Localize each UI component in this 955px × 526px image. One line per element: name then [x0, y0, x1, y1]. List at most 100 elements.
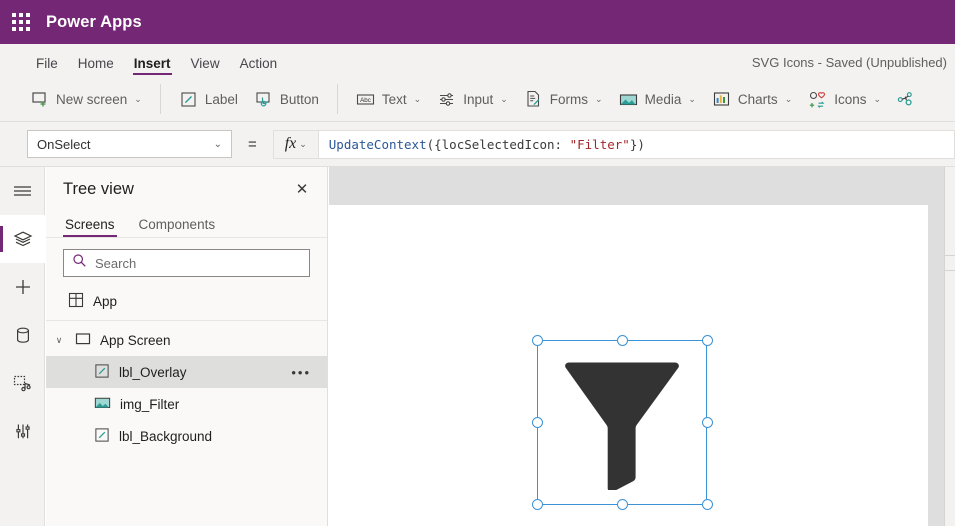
ribbon-media-menu[interactable]: Media ⌄ [611, 83, 704, 115]
label-pencil-icon [94, 363, 110, 382]
menu-tab-action[interactable]: Action [230, 56, 288, 78]
tab-components[interactable]: Components [137, 217, 218, 238]
menu-bar: File Home Insert View Action SVG Icons -… [0, 44, 955, 77]
tree-node-lbl-overlay[interactable]: lbl_Overlay ••• [46, 356, 327, 388]
advanced-tools-icon[interactable] [0, 407, 45, 455]
input-sliders-icon [437, 89, 457, 109]
formula-string: "Filter" [569, 136, 630, 152]
insert-plus-icon[interactable] [0, 263, 45, 311]
tree-node-label: lbl_Background [119, 428, 213, 444]
search-input[interactable]: Search [63, 249, 310, 277]
tree-node-app-screen[interactable]: ∨ App Screen [46, 324, 327, 356]
ribbon-text-label: Text [381, 91, 407, 107]
tree-node-lbl-background[interactable]: lbl_Background [46, 420, 327, 452]
equals-sign: = [248, 135, 257, 153]
formula-function: UpdateContext [328, 136, 427, 152]
app-grid-icon [68, 292, 84, 311]
brand-title: Power Apps [46, 12, 142, 31]
text-abc-icon: Abc [356, 89, 376, 109]
tree-search-wrapper: Search [46, 238, 327, 285]
charts-bar-icon [712, 89, 732, 109]
chevron-down-icon: ⌄ [784, 93, 793, 104]
tree-view-layers-icon[interactable] [0, 215, 45, 263]
forms-document-icon [524, 89, 544, 109]
chevron-down-icon: ⌄ [134, 93, 142, 104]
tree-divider [46, 320, 327, 321]
fx-label: fx [284, 135, 297, 152]
ribbon-input-label: Input [463, 91, 494, 107]
right-strip-top-section [945, 167, 955, 255]
ribbon-ai-connector-menu[interactable] [889, 83, 917, 115]
resize-handle-ne[interactable] [701, 334, 713, 346]
media-library-icon[interactable] [0, 359, 45, 407]
ribbon-charts-menu[interactable]: Charts ⌄ [704, 83, 800, 115]
ribbon-forms-menu[interactable]: Forms ⌄ [516, 83, 611, 115]
menu-tab-insert[interactable]: Insert [124, 56, 181, 78]
resize-handle-n[interactable] [616, 334, 628, 346]
formula-open: ({locSelectedIcon: [426, 136, 570, 152]
ribbon-icons-menu[interactable]: Icons ⌄ [800, 83, 889, 115]
property-selector[interactable]: OnSelect ⌄ [27, 130, 232, 158]
filter-funnel-icon[interactable] [563, 356, 681, 495]
tree-node-app[interactable]: App [46, 285, 327, 317]
menu-tab-view[interactable]: View [181, 56, 230, 78]
formula-bar: OnSelect ⌄ = fx ⌄ UpdateContext ({locSele… [0, 122, 955, 167]
formula-close: }) [629, 136, 645, 152]
ai-connector-icon [897, 89, 917, 109]
tree-node-img-filter[interactable]: img_Filter [46, 388, 327, 420]
screen-rect-icon [75, 331, 91, 350]
resize-handle-sw[interactable] [531, 498, 543, 510]
resize-handle-e[interactable] [701, 416, 713, 428]
tree-node-label: lbl_Overlay [119, 364, 187, 380]
resize-handle-w[interactable] [531, 416, 543, 428]
formula-input[interactable]: UpdateContext ({locSelectedIcon: "Filter"… [318, 129, 955, 159]
ribbon-new-screen-label: New screen [56, 91, 128, 107]
property-selector-value: OnSelect [37, 136, 91, 152]
ribbon-charts-label: Charts [737, 91, 778, 107]
tree-node-label: App [93, 293, 118, 309]
ribbon-label-text: Label [204, 91, 238, 107]
tree-view-header: Tree view ✕ [46, 167, 327, 211]
ribbon-text-menu[interactable]: Abc Text ⌄ [348, 83, 429, 115]
icons-shapes-icon [808, 89, 828, 109]
fx-button[interactable]: fx ⌄ [272, 129, 319, 159]
brand-bar: Power Apps [0, 0, 955, 44]
app-canvas[interactable] [329, 205, 928, 526]
close-icon[interactable]: ✕ [291, 178, 313, 200]
svg-text:Abc: Abc [361, 97, 372, 104]
ribbon-icons-label: Icons [834, 91, 867, 107]
resize-handle-se[interactable] [701, 498, 713, 510]
selection-box[interactable] [531, 334, 713, 510]
ribbon-input-menu[interactable]: Input ⌄ [429, 83, 516, 115]
resize-handle-s[interactable] [616, 498, 628, 510]
ribbon-media-label: Media [644, 91, 682, 107]
app-launcher-waffle-icon[interactable] [12, 13, 30, 31]
resize-handle-nw[interactable] [531, 334, 543, 346]
ribbon-group-screen: New screen ⌄ [0, 77, 160, 122]
left-icon-rail [0, 167, 45, 526]
chevron-down-icon[interactable]: ∨ [52, 335, 66, 346]
ribbon-group-controls: Label Button [161, 77, 337, 122]
app-save-status: SVG Icons - Saved (Unpublished) [751, 55, 947, 70]
ribbon-button-button[interactable]: Button [246, 83, 327, 115]
tree-node-label: App Screen [100, 332, 171, 348]
menu-tab-home[interactable]: Home [68, 56, 124, 78]
chevron-down-icon: ⌄ [299, 138, 307, 149]
ribbon-label-button[interactable]: Label [171, 83, 246, 115]
menu-tab-file[interactable]: File [26, 56, 68, 78]
tree-view-title: Tree view [63, 179, 134, 198]
tree-view-panel: Tree view ✕ Screens Components Search Ap… [46, 167, 328, 526]
ribbon-group-insert: Abc Text ⌄ Input ⌄ Forms ⌄ Media ⌄ Chart… [338, 77, 927, 122]
hamburger-menu-icon[interactable] [0, 167, 45, 215]
chevron-down-icon: ⌄ [688, 93, 696, 104]
overflow-menu-icon[interactable]: ••• [291, 365, 311, 380]
right-properties-strip[interactable] [944, 167, 955, 526]
ribbon-new-screen-button[interactable]: New screen ⌄ [22, 83, 150, 115]
image-icon [94, 396, 111, 413]
right-strip-section [945, 256, 955, 270]
tree-node-label: img_Filter [120, 396, 180, 412]
search-magnifier-icon [72, 253, 87, 273]
tree-view-tabs: Screens Components [46, 211, 327, 238]
data-cylinder-icon[interactable] [0, 311, 45, 359]
tab-screens[interactable]: Screens [63, 217, 117, 238]
